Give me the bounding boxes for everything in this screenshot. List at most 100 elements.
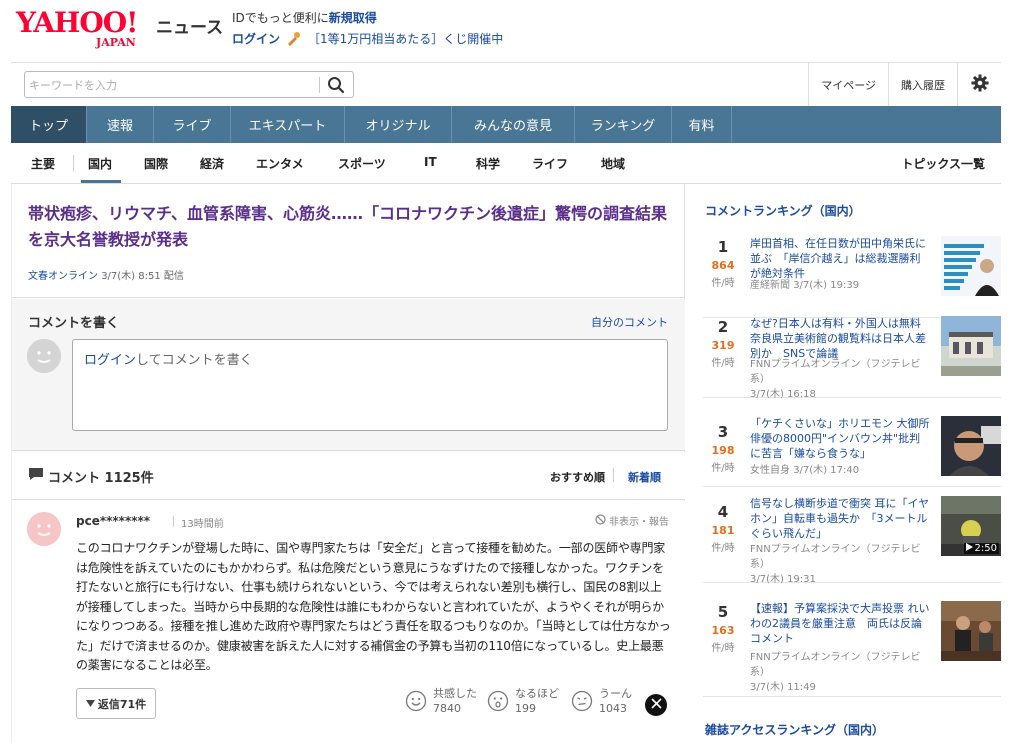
cat-life[interactable]: ライフ xyxy=(532,155,568,172)
cat-entertainment[interactable]: エンタメ xyxy=(256,155,304,172)
rank-thumbnail: 2:50 xyxy=(941,496,1001,556)
signup-link[interactable]: 新規取得 xyxy=(329,11,377,25)
rank-source: FNNプライムオンライン（フジテレビ系） 3/7(木) 16:18 xyxy=(750,357,934,402)
rank-date: 3/7(木) 19:31 xyxy=(750,574,816,585)
topics-list-link[interactable]: トピックス一覧 xyxy=(901,155,985,172)
nav-ranking[interactable]: ランキング xyxy=(575,106,672,143)
settings-button[interactable] xyxy=(957,63,1001,106)
nav-paid[interactable]: 有料 xyxy=(672,106,732,143)
rank-headline[interactable]: なぜ?日本人は有料・外国人は無料 奈良県立美術館の観覧料は日本人差別か SNSで… xyxy=(750,316,930,361)
search-icon[interactable] xyxy=(327,76,345,94)
my-comments-link[interactable]: 自分のコメント xyxy=(591,314,668,330)
nav-top[interactable]: トップ xyxy=(11,106,87,143)
report-button[interactable]: 非表示・報告 xyxy=(595,513,669,528)
cat-sports[interactable]: スポーツ xyxy=(338,155,386,172)
ranking-title[interactable]: コメントランキング（国内） xyxy=(705,202,861,219)
rank-thumbnail xyxy=(941,416,1001,476)
cat-local[interactable]: 地域 xyxy=(601,155,625,172)
rank-date: 3/7(木) 17:40 xyxy=(793,465,860,476)
sort-recommended[interactable]: おすすめ順 xyxy=(550,469,605,485)
rank-unit: 件/時 xyxy=(711,278,735,289)
cat-international[interactable]: 国際 xyxy=(144,155,168,172)
rank-number: 5 xyxy=(717,603,729,621)
rank-source-name: 女性自身 xyxy=(750,465,790,476)
rank-headline[interactable]: 「ケチくさいな」ホリエモン 大御所俳優の8000円"インバウン丼"批判に苦言「嫌… xyxy=(750,416,930,461)
nav-opinions[interactable]: みんなの意見 xyxy=(452,106,575,143)
rank-headline[interactable]: 信号なし横断歩道で衝突 耳に「イヤホン」自転車も過失か 「3メートルぐらい飛んだ… xyxy=(750,496,930,541)
reaction-text: 共感した 7840 xyxy=(433,686,477,716)
lottery-link[interactable]: ［1等1万円相当あたる］くじ開催中 xyxy=(308,30,503,47)
nav-breaking[interactable]: 速報 xyxy=(87,106,154,143)
cat-main[interactable]: 主要 xyxy=(31,155,55,172)
search-input[interactable] xyxy=(29,75,319,95)
search-divider xyxy=(319,77,320,93)
sort-newest[interactable]: 新着順 xyxy=(628,469,661,485)
comment-compose: コメントを書く 自分のコメント ログインしてコメントを書く xyxy=(12,299,685,451)
comment-body: このコロナワクチンが登場した時に、国や専門家たちは「安全だ」と言って接種を勧めた… xyxy=(76,541,671,672)
rank-source: 産経新聞 3/7(木) 19:39 xyxy=(750,278,934,293)
rank-unit: 件/時 xyxy=(711,543,735,554)
id-promo-text: IDでもっと便利に xyxy=(232,11,329,25)
login-link[interactable]: ログイン xyxy=(232,30,280,47)
comment-input[interactable]: ログインしてコメントを書く xyxy=(72,339,668,431)
gear-icon xyxy=(971,74,989,95)
reaction-empathy[interactable]: 共感した 7840 xyxy=(405,686,477,716)
cat-divider xyxy=(73,155,74,171)
login-promo: ログイン ［1等1万円相当あたる］くじ開催中 xyxy=(232,30,503,47)
reply-button[interactable]: 返信71件 xyxy=(76,688,156,719)
cat-science[interactable]: 科学 xyxy=(476,155,500,172)
ranking-item[interactable]: 2 319 件/時 なぜ?日本人は有料・外国人は無料 奈良県立美術館の観覧料は日… xyxy=(703,302,1001,400)
compose-login-link[interactable]: ログイン xyxy=(84,353,136,368)
ranking-item[interactable]: 5 163 件/時 【速報】予算案採決で大声投票 れいわの2議員を厳重注意 両氏… xyxy=(703,587,1001,697)
article-meta: 文春オンライン 3/7(木) 8:51 配信 xyxy=(28,267,184,282)
hmm-icon xyxy=(571,690,593,712)
rank-number: 2 xyxy=(717,318,729,336)
rank-thumbnail xyxy=(941,236,1001,296)
logo-sub: JAPAN xyxy=(96,36,136,49)
mypage-link[interactable]: マイページ xyxy=(808,63,888,106)
rank-source: FNNプライムオンライン（フジテレビ系） 3/7(木) 11:49 xyxy=(750,650,934,695)
rank-count: 163 xyxy=(711,624,735,637)
play-icon xyxy=(965,543,973,554)
reaction-insightful[interactable]: なるほど 199 xyxy=(487,686,559,716)
x-share-button[interactable] xyxy=(645,694,667,716)
nav-expert[interactable]: エキスパート xyxy=(231,106,345,143)
rank-number: 3 xyxy=(717,423,729,441)
comments-title: コメント 1125件 xyxy=(48,470,154,486)
article-title[interactable]: 帯状疱疹、リウマチ、血管系障害、心筋炎……「コロナワクチン後遺症」驚愕の調査結果… xyxy=(28,201,678,253)
rank-source-name: FNNプライムオンライン（フジテレビ系） xyxy=(750,544,921,570)
search-bar-row: マイページ 購入履歴 xyxy=(11,62,1001,106)
reaction-text: うーん 1043 xyxy=(599,686,632,716)
reply-label: 返信71件 xyxy=(97,697,147,711)
cat-it[interactable]: IT xyxy=(424,155,437,169)
rank-source: 女性自身 3/7(木) 17:40 xyxy=(750,463,934,478)
nav-original[interactable]: オリジナル xyxy=(345,106,452,143)
comment-time: 13時間前 xyxy=(181,519,224,530)
comments-count: コメント 1125件 xyxy=(28,466,154,486)
cat-domestic[interactable]: 国内 xyxy=(88,155,112,172)
service-name[interactable]: ニュース xyxy=(156,13,223,38)
rank-headline[interactable]: 【速報】予算案採決で大声投票 れいわの2議員を厳重注意 両氏は反論コメント xyxy=(750,601,930,646)
surprise-icon xyxy=(487,690,509,712)
comment-user[interactable]: pce******** xyxy=(76,514,150,528)
rank-unit: 件/時 xyxy=(711,358,735,369)
triangle-down-icon xyxy=(85,697,95,710)
rank-headline[interactable]: 岸田首相、在任日数が田中角栄氏に並ぶ 「岸信介越え」は総裁選勝利が絶対条件 xyxy=(750,236,930,281)
magazine-ranking-title[interactable]: 雑誌アクセスランキング（国内） xyxy=(705,721,884,738)
nav-live[interactable]: ライブ xyxy=(154,106,231,143)
meta-divider xyxy=(173,516,174,527)
rank-date: 3/7(木) 16:18 xyxy=(750,389,816,400)
cat-economy[interactable]: 経済 xyxy=(200,155,224,172)
reaction-hmm[interactable]: うーん 1043 xyxy=(571,686,632,716)
yahoo-japan-logo[interactable]: YAHOO! JAPAN xyxy=(16,8,152,50)
reaction-count: 199 xyxy=(515,702,536,715)
ranking-item[interactable]: 4 181 件/時 信号なし横断歩道で衝突 耳に「イヤホン」自転車も過失か 「3… xyxy=(703,487,1001,585)
ranking-item[interactable]: 3 198 件/時 「ケチくさいな」ホリエモン 大御所俳優の8000円"インバウ… xyxy=(703,407,1001,487)
rank-number: 4 xyxy=(717,503,729,521)
rank-unit: 件/時 xyxy=(711,643,735,654)
rank-thumbnail xyxy=(941,316,1001,376)
purchase-history-link[interactable]: 購入履歴 xyxy=(888,63,957,106)
article-source[interactable]: 文春オンライン xyxy=(28,271,98,282)
comments-header: コメント 1125件 おすすめ順 新着順 xyxy=(12,452,685,500)
active-tab-indicator xyxy=(81,180,121,183)
